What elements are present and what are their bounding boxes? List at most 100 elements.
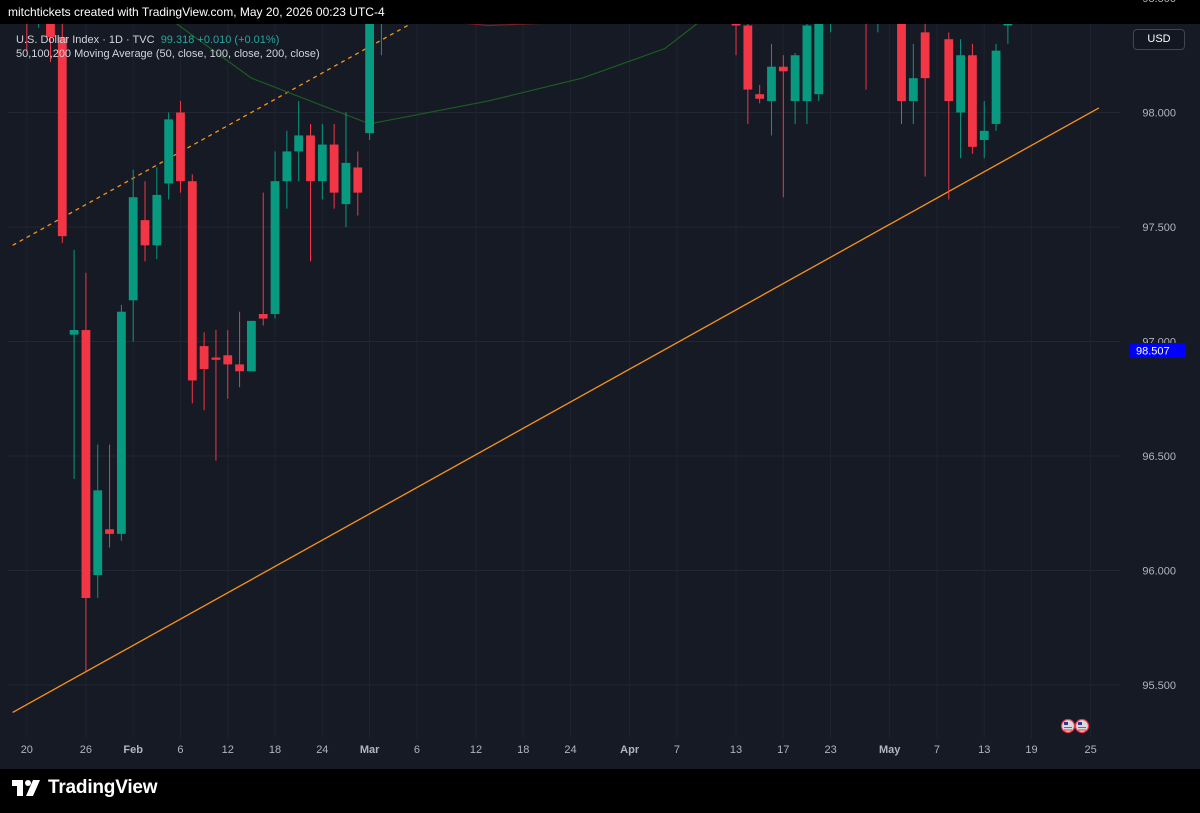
candle [755, 85, 765, 104]
candle-body [802, 25, 812, 102]
ma100-line [15, 0, 1114, 21]
chart-svg[interactable]: 95.50096.00096.50097.00097.50098.00098.5… [0, 0, 1200, 769]
candle [380, 24, 382, 56]
candle-body [790, 55, 800, 102]
candle [128, 169, 138, 342]
x-tick-label: 23 [824, 744, 836, 756]
candle-body [365, 24, 374, 134]
candle-body [731, 24, 741, 26]
candle [826, 0, 835, 33]
candle [897, 24, 906, 124]
candle-body [164, 119, 174, 184]
candle [282, 130, 292, 209]
candle [235, 311, 244, 388]
candle [105, 444, 114, 548]
x-tick-label: 17 [777, 744, 789, 756]
candle [81, 272, 91, 672]
x-tick-label: 13 [730, 744, 742, 756]
candle [140, 181, 150, 262]
currency-button[interactable]: USD [1133, 29, 1185, 50]
candle [211, 330, 221, 461]
candle [329, 123, 339, 209]
tradingview-logo-icon [12, 780, 40, 796]
candle-body [826, 0, 835, 21]
candle-body [1003, 24, 1013, 26]
candle-body [814, 24, 824, 95]
candle-body [979, 130, 989, 140]
flag-icon-disc [1074, 718, 1090, 734]
x-tick-label: 7 [934, 744, 940, 756]
x-tick-label: 6 [177, 744, 183, 756]
candle-body [873, 0, 882, 9]
tradingview-logo[interactable]: TradingView [12, 777, 158, 799]
candle-body [176, 112, 185, 182]
legend-ma-row: 50,100,200 Moving Average (50, close, 10… [16, 48, 320, 60]
candle [93, 444, 103, 598]
candle [353, 151, 363, 216]
candle-body [294, 135, 304, 152]
candle-body [862, 0, 871, 3]
us-flag-event-icon[interactable] [1060, 718, 1076, 734]
x-tick-label: 12 [470, 744, 482, 756]
candle-body [258, 314, 268, 319]
candle-body [199, 346, 209, 369]
candle [920, 24, 930, 177]
x-tick-label: 25 [1084, 744, 1096, 756]
candle [802, 24, 812, 124]
y-tick-label: 96.000 [1142, 566, 1176, 578]
candle [164, 112, 174, 200]
candle-body [247, 320, 256, 372]
legend-change: +0.010 (+0.01%) [197, 34, 280, 46]
candle-body [743, 25, 753, 90]
candle [116, 304, 126, 541]
candle-body [341, 162, 351, 205]
x-tick-label: 20 [21, 744, 33, 756]
ma200-line [466, 24, 542, 27]
x-tick-label: 26 [80, 744, 92, 756]
candle-body [968, 55, 977, 147]
flag-icon-canton [1078, 722, 1082, 725]
x-tick-label: 18 [517, 744, 529, 756]
candle [176, 101, 185, 193]
candle-body [991, 50, 1001, 124]
channel-lower-line [12, 107, 1100, 714]
candle [270, 151, 280, 319]
us-flag-event-icon[interactable] [1074, 718, 1090, 734]
grid-layer [8, 24, 1120, 738]
x-tick-label: 13 [978, 744, 990, 756]
candle-body [920, 32, 930, 79]
chart-legend: U.S. Dollar Index · 1D · TVC 99.318 +0.0… [16, 33, 320, 61]
candle [862, 0, 871, 90]
y-tick-label: 98.000 [1142, 108, 1176, 120]
candle [365, 24, 374, 140]
candle [317, 123, 327, 200]
candle [908, 43, 918, 124]
candle-body [282, 151, 292, 182]
candle [247, 320, 256, 372]
candle [767, 43, 776, 136]
legend-symbol-row: U.S. Dollar Index · 1D · TVC 99.318 +0.0… [16, 33, 320, 47]
candle-body [93, 490, 103, 576]
x-tick-label: 7 [674, 744, 680, 756]
candle-body [933, 7, 942, 9]
x-tick-label: 19 [1025, 744, 1037, 756]
y-tick-label: 95.500 [1142, 680, 1176, 692]
candle-body [105, 529, 114, 534]
candle-body [306, 135, 315, 182]
candle [956, 39, 965, 159]
x-tick-label: May [879, 744, 901, 756]
candle-body [223, 355, 233, 365]
candle [341, 112, 351, 227]
candle-body [956, 55, 965, 113]
candle [258, 192, 268, 326]
x-tick-label: Apr [620, 744, 640, 756]
candle-body [944, 39, 954, 102]
candle [306, 123, 315, 262]
candle [850, 0, 859, 9]
candle [187, 174, 197, 404]
candle-body [908, 78, 918, 102]
x-tick-label: 18 [269, 744, 281, 756]
candle [814, 24, 824, 102]
candle [199, 332, 209, 411]
flag-icon-canton [1064, 722, 1068, 725]
